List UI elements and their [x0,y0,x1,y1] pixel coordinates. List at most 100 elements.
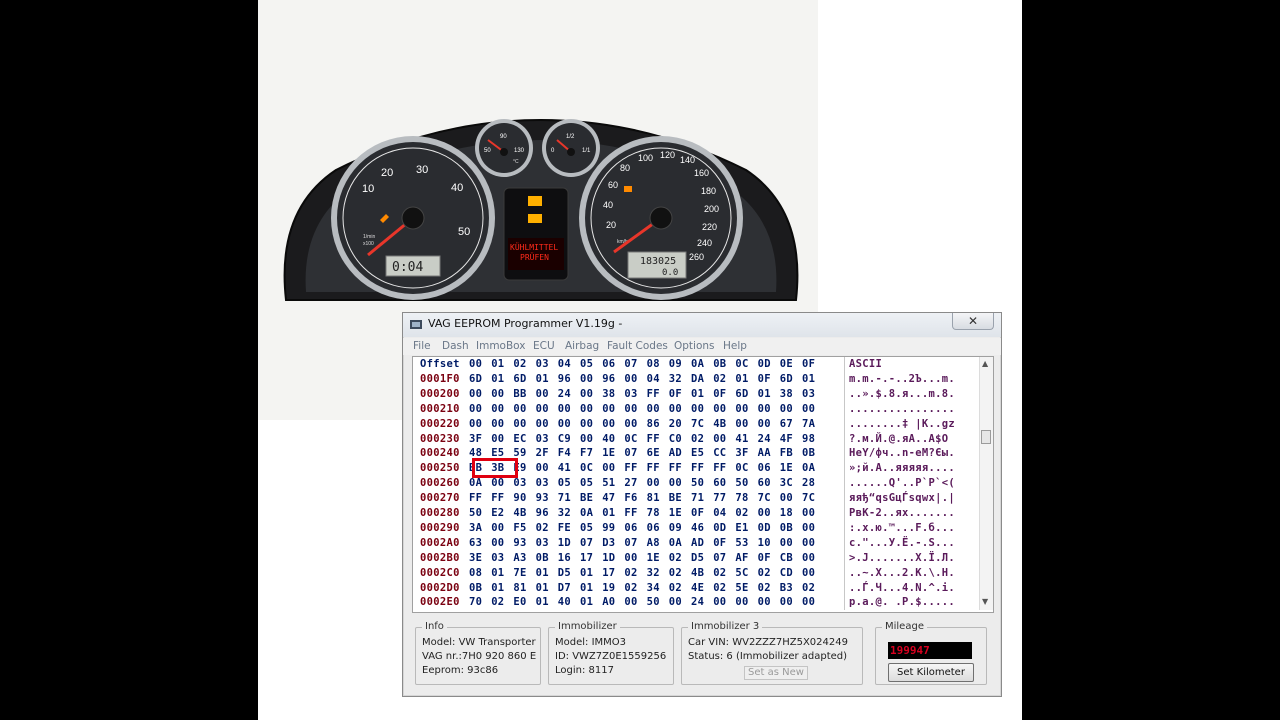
hex-byte[interactable]: BE [669,492,682,504]
hex-byte[interactable]: 03 [802,388,815,400]
hex-byte[interactable]: 27 [624,477,637,489]
hex-byte[interactable]: 53 [735,537,748,549]
hex-byte[interactable]: 0F [669,388,682,400]
scroll-thumb[interactable] [981,430,991,444]
hex-byte[interactable]: 6D [780,373,793,385]
hex-byte[interactable]: F4 [558,447,571,459]
hex-byte[interactable]: 00 [780,596,793,608]
set-kilometer-button[interactable]: Set Kilometer [888,663,974,682]
hex-byte[interactable]: 07 [713,552,726,564]
hex-byte[interactable]: 01 [691,388,704,400]
hex-byte[interactable]: 00 [469,403,482,415]
hex-byte[interactable]: 00 [713,403,726,415]
hex-byte[interactable]: 02 [735,507,748,519]
hex-byte[interactable]: 0C [580,462,593,474]
hex-byte[interactable]: 01 [735,373,748,385]
hex-byte[interactable]: 50 [647,596,660,608]
hex-byte[interactable]: FF [647,388,660,400]
hex-byte[interactable]: 3C [780,477,793,489]
hex-byte[interactable]: A3 [513,552,526,564]
hex-byte[interactable]: 50 [691,477,704,489]
hex-byte[interactable]: 00 [758,596,771,608]
hex-byte[interactable]: 00 [536,403,549,415]
hex-byte[interactable]: 02 [536,522,549,534]
hex-byte[interactable]: 00 [624,596,637,608]
hex-byte[interactable]: FF [624,462,637,474]
hex-byte[interactable]: 01 [491,373,504,385]
hex-byte[interactable]: 00 [602,403,615,415]
hex-byte[interactable]: FF [624,507,637,519]
hex-byte[interactable]: CB [780,552,793,564]
hex-byte[interactable]: 17 [580,552,593,564]
hex-byte[interactable]: 00 [802,522,815,534]
hex-byte[interactable]: 00 [580,373,593,385]
hex-row[interactable]: 0001F0 6D 01 6D 01 96 00 96 00 04 32 DA 02 01 0F 6D 01 m.… [413,373,978,387]
hex-byte[interactable]: 41 [558,462,571,474]
hex-byte[interactable]: 04 [647,373,660,385]
menu-help[interactable]: Help [723,340,747,352]
hex-byte[interactable]: 00 [491,433,504,445]
hex-byte[interactable]: 00 [536,462,549,474]
hex-byte[interactable]: 6D [735,388,748,400]
hex-byte[interactable]: 03 [536,433,549,445]
hex-byte[interactable]: 00 [669,596,682,608]
menu-options[interactable]: Options [674,340,715,352]
hex-byte[interactable]: 20 [669,418,682,430]
hex-byte[interactable]: 00 [780,403,793,415]
hex-byte[interactable]: 05 [580,522,593,534]
hex-byte[interactable]: 01 [536,373,549,385]
hex-byte[interactable]: 01 [758,388,771,400]
hex-byte[interactable]: 4B [513,507,526,519]
hex-byte[interactable]: 02 [491,596,504,608]
hex-byte[interactable]: 00 [713,433,726,445]
hex-byte[interactable]: 0B [469,582,482,594]
hex-byte[interactable]: 40 [602,433,615,445]
hex-byte[interactable]: 00 [513,403,526,415]
hex-byte[interactable]: 00 [647,403,660,415]
hex-byte[interactable]: 1E [780,462,793,474]
menu-fault-codes[interactable]: Fault Codes [607,340,668,352]
hex-byte[interactable]: 0D [758,522,771,534]
hex-byte[interactable]: 01 [580,582,593,594]
hex-byte[interactable]: 77 [713,492,726,504]
hex-byte[interactable]: 03 [536,477,549,489]
hex-byte[interactable]: 00 [558,418,571,430]
hex-row[interactable]: 0002E0 70 02 E0 01 40 01 A0 00 50 00 24 00 00 00 00 00 p.… [413,596,978,610]
hex-byte[interactable]: 06 [624,522,637,534]
hex-byte[interactable]: 00 [491,418,504,430]
hex-byte[interactable]: E1 [735,522,748,534]
set-as-new-button[interactable]: Set as New [744,666,808,680]
hex-byte[interactable]: E5 [691,447,704,459]
hex-byte[interactable]: 01 [536,582,549,594]
hex-byte[interactable]: 02 [713,582,726,594]
hex-byte[interactable]: 3F [469,433,482,445]
hex-byte[interactable]: BB [513,388,526,400]
hex-byte[interactable]: FF [647,462,660,474]
hex-byte[interactable]: 24 [758,433,771,445]
hex-byte[interactable]: 01 [580,567,593,579]
hex-byte[interactable]: 07 [624,447,637,459]
hex-byte[interactable]: AD [691,537,704,549]
hex-byte[interactable]: 00 [491,477,504,489]
hex-byte[interactable]: 00 [735,403,748,415]
hex-byte[interactable]: 00 [624,373,637,385]
hex-byte[interactable]: 70 [469,596,482,608]
hex-byte[interactable]: 00 [758,418,771,430]
hex-byte[interactable]: 0B [802,447,815,459]
hex-byte[interactable]: 81 [513,582,526,594]
hex-byte[interactable]: 60 [758,477,771,489]
hex-byte[interactable]: FB [780,447,793,459]
hex-byte[interactable]: 0A [469,477,482,489]
hex-byte[interactable]: 04 [713,507,726,519]
hex-byte[interactable]: 00 [780,537,793,549]
hex-editor[interactable]: Offset 00 01 02 03 04 05 06 07 08 09 0A 0B 0C 0D 0E 0F AS… [412,356,994,613]
hex-byte[interactable]: 00 [491,537,504,549]
hex-byte[interactable]: 0B [536,552,549,564]
hex-byte[interactable]: E2 [491,507,504,519]
hex-byte[interactable]: 7A [802,418,815,430]
hex-byte[interactable]: 02 [624,567,637,579]
hex-byte[interactable]: 05 [580,477,593,489]
hex-byte[interactable]: 34 [647,582,660,594]
hex-byte[interactable]: FF [647,433,660,445]
hex-byte[interactable]: 00 [624,418,637,430]
